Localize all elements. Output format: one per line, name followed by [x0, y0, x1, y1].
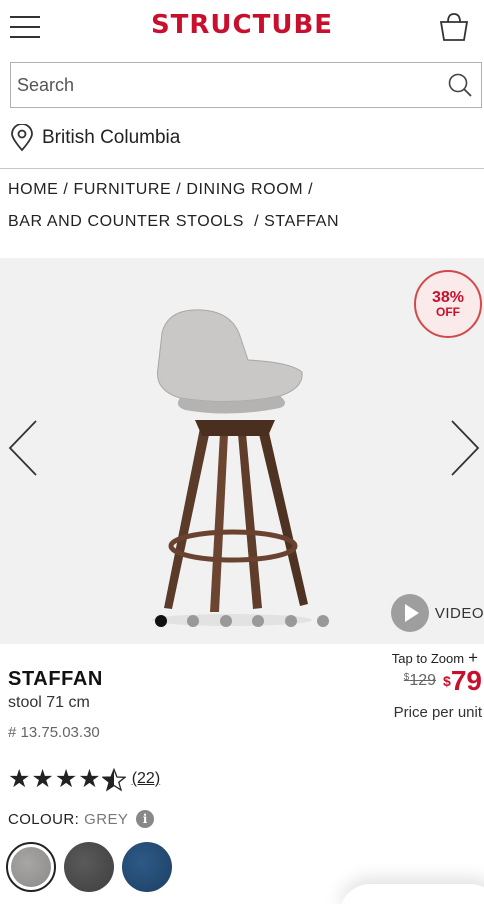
product-sku: # 13.75.03.30: [8, 724, 100, 741]
review-count-link[interactable]: (22): [132, 770, 160, 788]
rating: ★ ★ ★ ★ (22): [8, 766, 160, 792]
colour-value: GREY: [84, 810, 129, 828]
product-subtitle: stool 71 cm: [8, 694, 90, 711]
breadcrumb-separator: /: [176, 181, 182, 198]
breadcrumb-separator: /: [63, 181, 69, 198]
search-input[interactable]: [11, 63, 431, 107]
carousel-dot[interactable]: [316, 615, 329, 627]
logo[interactable]: STRUCTUBE: [0, 10, 484, 40]
breadcrumb: HOME / FURNITURE / DINING ROOM / BAR AND COUNT…: [8, 174, 478, 238]
star-full-icon: ★: [8, 765, 31, 793]
colour-swatches: [6, 842, 180, 892]
colour-selector-label: COLOUR: GREY i: [8, 810, 155, 828]
shopping-basket-icon[interactable]: [438, 12, 470, 42]
play-icon: [390, 594, 429, 632]
video-label: VIDEO: [434, 604, 484, 622]
zoom-label: Tap to Zoom: [391, 651, 465, 666]
price-per-unit: Price per unit: [393, 704, 482, 721]
discount-percent: 38%: [431, 289, 465, 306]
carousel-dot[interactable]: [187, 615, 200, 627]
carousel-dot[interactable]: [252, 615, 265, 627]
discount-badge: 38% OFF: [414, 270, 482, 338]
product-gallery[interactable]: 38% OFF VIDEO: [0, 258, 484, 644]
breadcrumb-home[interactable]: HOME: [8, 181, 58, 198]
sale-price: $79: [443, 665, 482, 696]
product-image-stool[interactable]: [140, 308, 320, 628]
breadcrumb-staffan[interactable]: STAFFAN: [264, 213, 339, 230]
star-full-icon: ★: [78, 765, 101, 793]
star-full-icon: ★: [54, 765, 78, 793]
discount-off-label: OFF: [436, 305, 460, 319]
location-label: British Columbia: [42, 127, 181, 148]
floating-panel-edge: [340, 884, 484, 904]
breadcrumb-separator: /: [254, 213, 260, 230]
search-bar: [10, 62, 482, 108]
video-button[interactable]: VIDEO: [390, 594, 484, 632]
carousel-dots: [155, 615, 349, 627]
breadcrumb-bar-and-counter-stools[interactable]: BAR AND COUNTER STOOLS: [8, 213, 244, 230]
star-half-icon: [101, 767, 126, 791]
breadcrumb-separator: /: [308, 181, 314, 198]
carousel-dot[interactable]: [284, 615, 297, 627]
carousel-dot[interactable]: [219, 615, 232, 627]
old-price: $129: [403, 672, 437, 689]
star-full-icon: ★: [31, 765, 54, 793]
swatch-charcoal[interactable]: [64, 842, 114, 892]
chevron-right-icon[interactable]: [448, 418, 482, 478]
divider: [0, 168, 484, 169]
location-pin-icon: [11, 124, 33, 152]
info-icon[interactable]: i: [136, 810, 155, 828]
breadcrumb-dining-room[interactable]: DINING ROOM: [186, 181, 303, 198]
swatch-grey[interactable]: [6, 842, 56, 892]
search-icon[interactable]: [447, 72, 473, 98]
header: STRUCTUBE: [0, 0, 484, 58]
product-name: STAFFAN: [8, 668, 103, 690]
location-selector[interactable]: British Columbia: [10, 122, 180, 154]
colour-label: COLOUR:: [8, 810, 80, 828]
breadcrumb-furniture[interactable]: FURNITURE: [73, 181, 171, 198]
price-block: $129 $79: [404, 666, 482, 696]
chevron-left-icon[interactable]: [6, 418, 40, 478]
swatch-blue[interactable]: [122, 842, 172, 892]
carousel-dot[interactable]: [155, 615, 167, 627]
